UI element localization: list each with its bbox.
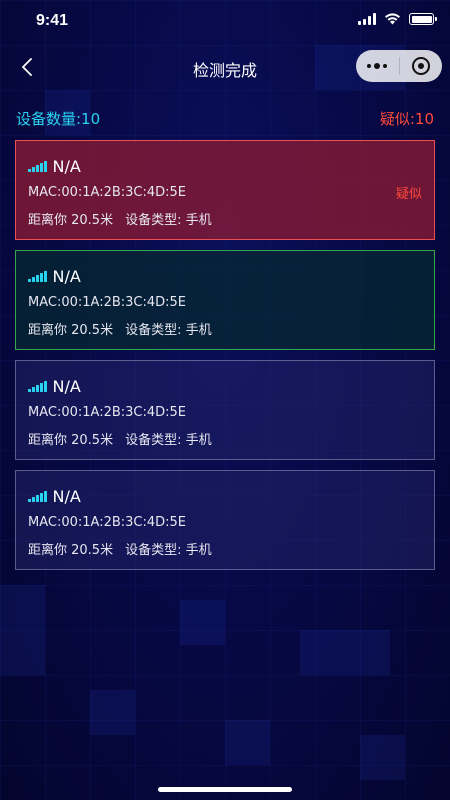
- device-type: 设备类型: 手机: [125, 433, 212, 448]
- bg-tile: [360, 735, 405, 780]
- device-distance: 距离你 20.5米: [28, 323, 114, 338]
- signal-strength-icon: [28, 160, 47, 172]
- device-name: N/A: [52, 266, 81, 286]
- battery-fill: [411, 15, 432, 23]
- status-bar: 9:41: [0, 0, 450, 44]
- device-mac: MAC:00:1A:2B:3C:4D:5E: [28, 515, 187, 530]
- device-name-row: N/A: [28, 155, 422, 177]
- device-meta: 距离你 20.5米 设备类型: 手机: [28, 319, 422, 338]
- device-name: N/A: [52, 376, 81, 396]
- device-type: 设备类型: 手机: [125, 323, 212, 338]
- device-list: N/A MAC:00:1A:2B:3C:4D:5E 距离你 20.5米 设备类型…: [15, 140, 435, 580]
- bg-tile: [90, 690, 135, 735]
- status-time: 9:41: [36, 12, 69, 29]
- device-mac: MAC:00:1A:2B:3C:4D:5E: [28, 295, 187, 310]
- scan-summary: 设备数量:10 疑似:10: [16, 108, 434, 132]
- wifi-icon: [385, 13, 400, 25]
- device-meta: 距离你 20.5米 设备类型: 手机: [28, 429, 422, 448]
- device-card[interactable]: N/A MAC:00:1A:2B:3C:4D:5E 距离你 20.5米 设备类型…: [15, 140, 435, 240]
- device-count: 设备数量:10: [16, 110, 101, 128]
- suspect-count: 疑似:10: [379, 110, 434, 128]
- device-type: 设备类型: 手机: [125, 213, 212, 228]
- device-type: 设备类型: 手机: [125, 543, 212, 558]
- screen: 9:41 检测完成 设备数量:10 疑似:10 N/A MAC:00:1A:2B…: [0, 0, 450, 800]
- signal-strength-icon: [28, 380, 47, 392]
- device-card[interactable]: N/A MAC:00:1A:2B:3C:4D:5E 距离你 20.5米 设备类型…: [15, 250, 435, 350]
- device-name-row: N/A: [28, 485, 422, 507]
- device-mac: MAC:00:1A:2B:3C:4D:5E: [28, 405, 187, 420]
- device-meta: 距离你 20.5米 设备类型: 手机: [28, 539, 422, 558]
- signal-strength-icon: [28, 490, 47, 502]
- device-meta: 距离你 20.5米 设备类型: 手机: [28, 209, 422, 228]
- cellular-signal-icon: [358, 13, 376, 25]
- bg-tile: [0, 585, 45, 675]
- bg-tile: [180, 600, 225, 645]
- device-mac: MAC:00:1A:2B:3C:4D:5E: [28, 185, 187, 200]
- nav-bar: 检测完成: [0, 44, 450, 90]
- device-name-row: N/A: [28, 375, 422, 397]
- device-name: N/A: [52, 156, 81, 176]
- device-name-row: N/A: [28, 265, 422, 287]
- close-button[interactable]: [400, 50, 443, 82]
- more-button[interactable]: [356, 50, 399, 82]
- suspect-tag: 疑似: [395, 187, 422, 202]
- battery-icon: [409, 13, 437, 25]
- bg-tile: [300, 630, 390, 675]
- device-card[interactable]: N/A MAC:00:1A:2B:3C:4D:5E 距离你 20.5米 设备类型…: [15, 470, 435, 570]
- target-circle-icon: [411, 57, 430, 75]
- status-icons: [358, 13, 437, 25]
- device-card[interactable]: N/A MAC:00:1A:2B:3C:4D:5E 距离你 20.5米 设备类型…: [15, 360, 435, 460]
- device-distance: 距离你 20.5米: [28, 213, 114, 228]
- home-indicator[interactable]: [158, 787, 292, 792]
- mini-program-capsule: [356, 50, 442, 82]
- signal-strength-icon: [28, 270, 47, 282]
- more-dots-icon: [367, 63, 388, 69]
- device-name: N/A: [52, 486, 81, 506]
- bg-tile: [225, 720, 270, 765]
- device-distance: 距离你 20.5米: [28, 433, 114, 448]
- device-distance: 距离你 20.5米: [28, 543, 114, 558]
